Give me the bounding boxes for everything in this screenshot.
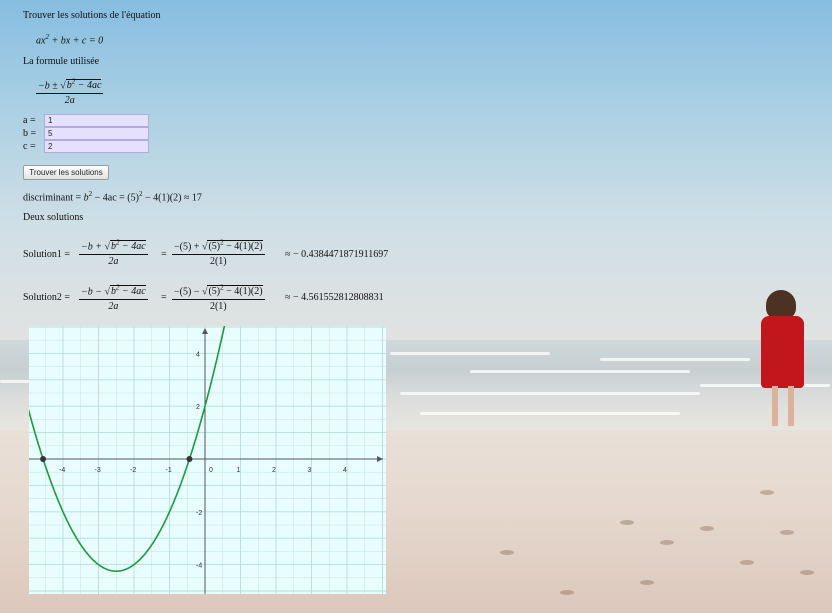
root-point [40,456,47,462]
x-tick-label: 4 [343,467,347,474]
y-tick-label: 2 [196,404,200,411]
solution1-symbolic-fraction: −b + √b2 − 4ac 2a [79,236,148,269]
find-solutions-button[interactable]: Trouver les solutions [23,165,109,180]
solution2-symbolic-fraction: −b − √b2 − 4ac 2a [79,281,148,314]
label-c: c = [23,141,36,152]
x-tick-label: 2 [272,467,276,474]
y-tick-label: -4 [196,563,202,570]
solution2-equals: = [161,292,167,303]
quadratic-formula: −b ± √b2 − 4ac 2a [36,75,104,108]
solution1-equals: = [161,249,167,260]
formula-label: La formule utilisée [23,56,100,67]
x-tick-label: 3 [308,467,312,474]
graph-svg: -4 -3 -2 -1 0 1 2 3 4 4 2 -2 -4 [29,326,386,594]
page-heading: Trouver les solutions de l'équation [23,10,161,21]
input-a[interactable]: 1 [44,114,149,127]
solution1-numeric-fraction: −(5) + √(5)2 − 4(1)(2) 2(1) [172,236,265,269]
x-tick-label: 1 [237,467,241,474]
solution2-value: ≈ − 4.561552812808831 [285,292,384,303]
input-c[interactable]: 2 [44,140,149,153]
x-tick-label: 0 [209,467,213,474]
solution1-value: ≈ − 0.4384471871911697 [285,249,389,260]
y-tick-label: 4 [196,351,200,358]
x-tick-label: -1 [166,467,172,474]
label-b: b = [23,128,37,139]
solution2-label: Solution2 = [23,292,71,303]
root-point [186,456,193,462]
discriminant-line: discriminant = b2 − 4ac = (5)2 − 4(1)(2)… [23,190,202,204]
solver-content: Trouver les solutions de l'équation ax2 … [0,0,832,613]
quadratic-equation: ax2 + bx + c = 0 [36,33,104,47]
parabola-curve [29,326,226,573]
input-b[interactable]: 5 [44,127,149,140]
parabola-graph[interactable]: -4 -3 -2 -1 0 1 2 3 4 4 2 -2 -4 [29,326,386,594]
x-tick-label: -4 [59,467,65,474]
label-a: a = [23,115,36,126]
x-tick-label: -3 [95,467,101,474]
solution1-label: Solution1 = [23,249,71,260]
solution-count: Deux solutions [23,212,84,223]
y-axis-arrow [202,328,208,334]
x-tick-label: -2 [130,467,136,474]
y-tick-label: -2 [196,510,202,517]
solution2-numeric-fraction: −(5) − √(5)2 − 4(1)(2) 2(1) [172,281,265,314]
